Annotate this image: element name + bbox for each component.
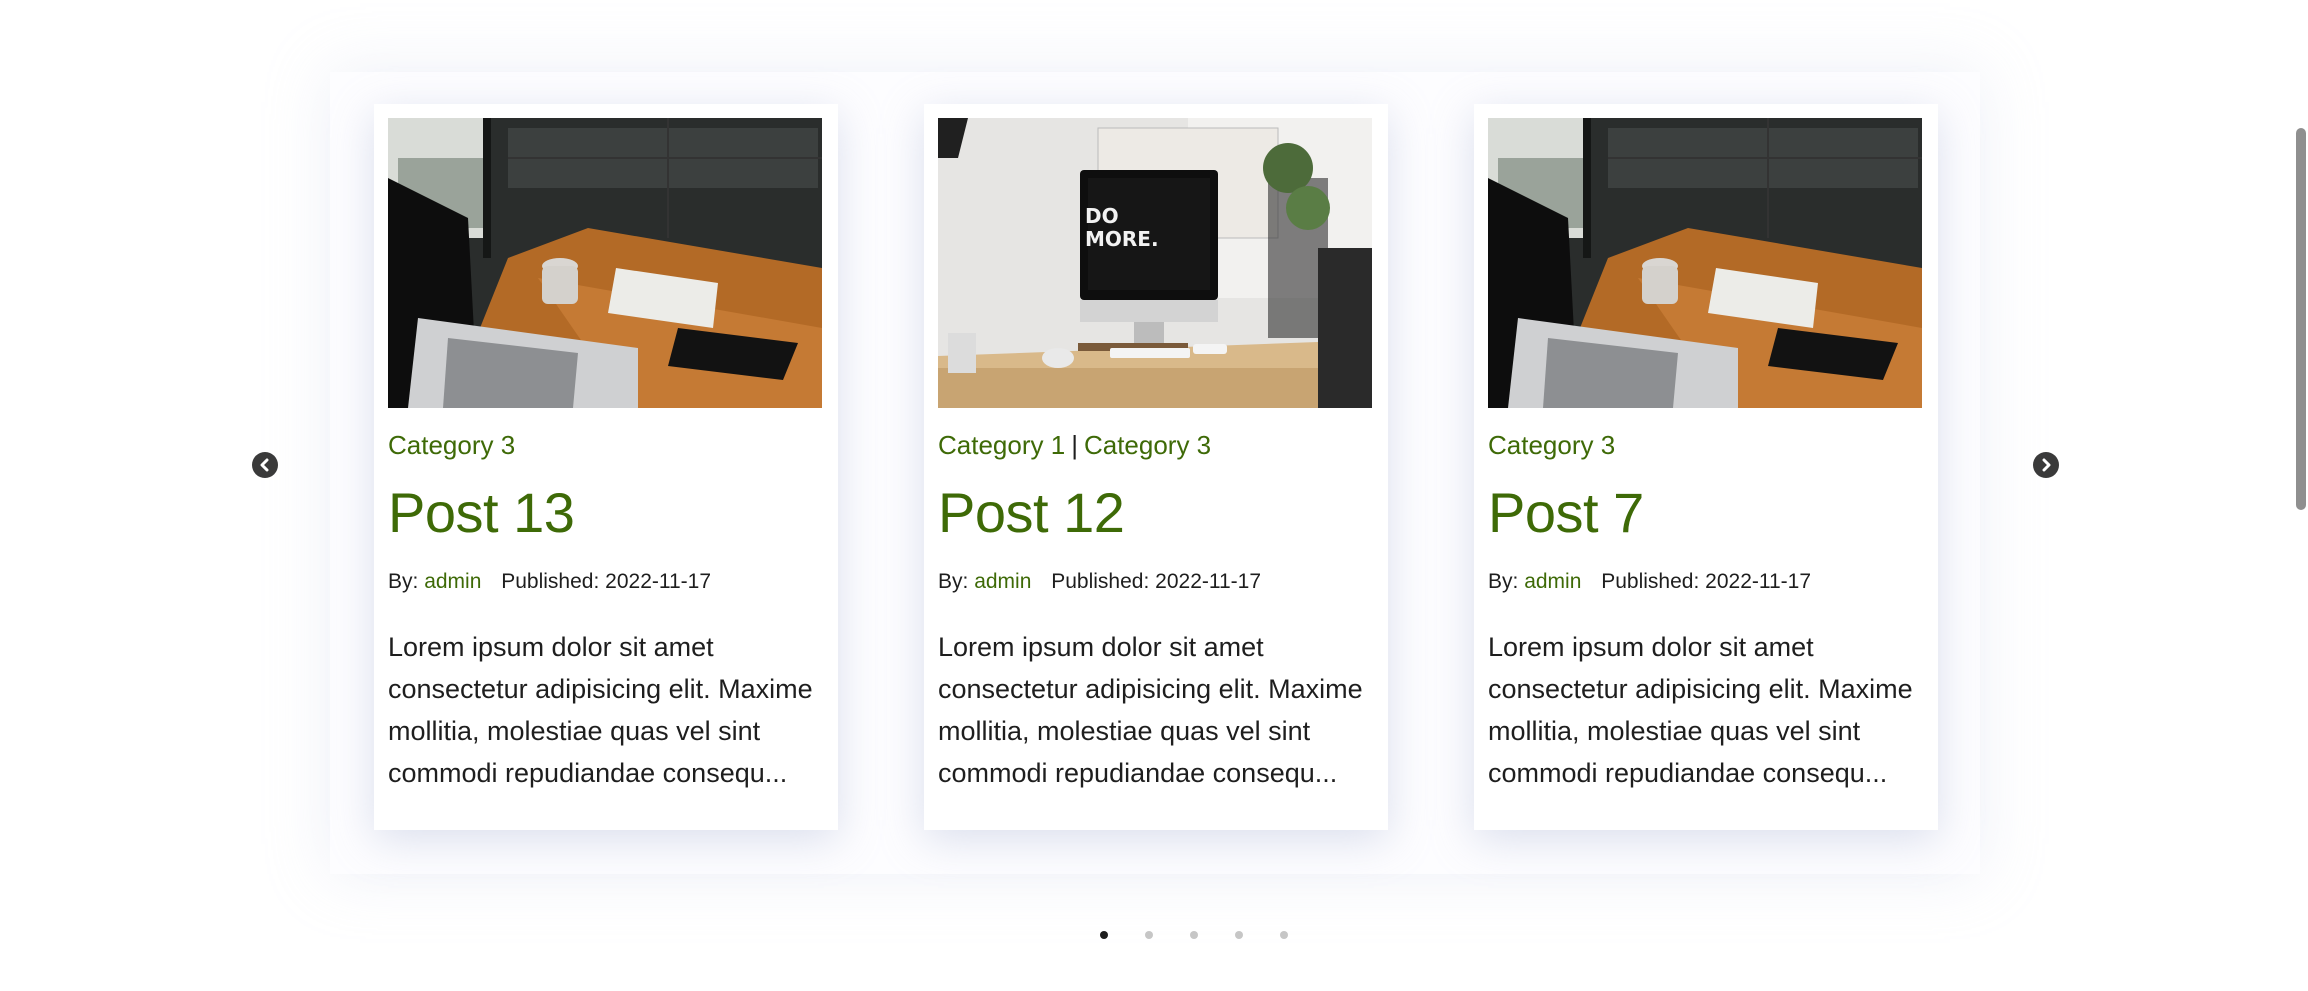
laptop-desk-photo bbox=[388, 118, 822, 408]
post-categories: Category 3 bbox=[388, 430, 515, 461]
published-label: Published: bbox=[1601, 570, 1700, 593]
imac-desk-photo: DO MORE. bbox=[938, 118, 1372, 408]
post-excerpt: Lorem ipsum dolor sit amet consectetur a… bbox=[1488, 632, 1913, 788]
published-date: 2022-11-17 bbox=[1155, 570, 1262, 593]
by-label: By: bbox=[938, 570, 969, 593]
author-link[interactable]: admin bbox=[974, 570, 1031, 593]
pagination-dot-1[interactable] bbox=[1100, 931, 1108, 939]
published-label: Published: bbox=[501, 570, 600, 593]
page-scrollbar[interactable] bbox=[2294, 0, 2308, 991]
carousel-prev-button[interactable] bbox=[252, 452, 278, 478]
post-meta: By: admin Published: 2022-11-17 bbox=[938, 570, 1261, 594]
pagination-dot-4[interactable] bbox=[1235, 931, 1243, 939]
post-categories: Category 3 bbox=[1488, 430, 1615, 461]
carousel-next-button[interactable] bbox=[2033, 452, 2059, 478]
post-thumbnail[interactable] bbox=[1488, 118, 1922, 408]
post-excerpt: Lorem ipsum dolor sit amet consectetur a… bbox=[938, 632, 1363, 788]
post-card[interactable]: Category 3 Post 7 By: admin Published: 2… bbox=[1474, 104, 1938, 830]
chevron-left-circle-icon bbox=[260, 458, 269, 472]
pagination-dot-2[interactable] bbox=[1145, 931, 1153, 939]
post-title[interactable]: Post 7 bbox=[1488, 480, 1644, 545]
scrollbar-thumb[interactable] bbox=[2296, 128, 2306, 510]
post-thumbnail[interactable]: DO MORE. bbox=[938, 118, 1372, 408]
category-link[interactable]: Category 3 bbox=[388, 430, 515, 460]
by-label: By: bbox=[1488, 570, 1519, 593]
chevron-right-circle-icon bbox=[2042, 458, 2051, 472]
category-link[interactable]: Category 3 bbox=[1488, 430, 1615, 460]
post-title[interactable]: Post 13 bbox=[388, 480, 575, 545]
pagination-dot-5[interactable] bbox=[1280, 931, 1288, 939]
category-link[interactable]: Category 3 bbox=[1084, 430, 1211, 460]
published-date: 2022-11-17 bbox=[605, 570, 712, 593]
post-card[interactable]: Category 3 Post 13 By: admin Published: … bbox=[374, 104, 838, 830]
post-excerpt: Lorem ipsum dolor sit amet consectetur a… bbox=[388, 632, 813, 788]
post-meta: By: admin Published: 2022-11-17 bbox=[388, 570, 711, 594]
author-link[interactable]: admin bbox=[424, 570, 481, 593]
post-categories: Category 1 | Category 3 bbox=[938, 430, 1211, 461]
by-label: By: bbox=[388, 570, 419, 593]
laptop-desk-photo bbox=[1488, 118, 1922, 408]
post-meta: By: admin Published: 2022-11-17 bbox=[1488, 570, 1811, 594]
screen-text: MORE. bbox=[1085, 227, 1159, 251]
pagination-dot-3[interactable] bbox=[1190, 931, 1198, 939]
carousel-pagination bbox=[1100, 931, 1288, 939]
post-card[interactable]: DO MORE. Category 1 | Category 3 Post 12 B… bbox=[924, 104, 1388, 830]
published-label: Published: bbox=[1051, 570, 1150, 593]
author-link[interactable]: admin bbox=[1524, 570, 1581, 593]
published-date: 2022-11-17 bbox=[1705, 570, 1812, 593]
screen-text: DO bbox=[1085, 204, 1119, 228]
category-separator: | bbox=[1071, 430, 1078, 460]
post-thumbnail[interactable] bbox=[388, 118, 822, 408]
page: Category 3 Post 13 By: admin Published: … bbox=[0, 0, 2308, 991]
category-link[interactable]: Category 1 bbox=[938, 430, 1065, 460]
post-title[interactable]: Post 12 bbox=[938, 480, 1125, 545]
